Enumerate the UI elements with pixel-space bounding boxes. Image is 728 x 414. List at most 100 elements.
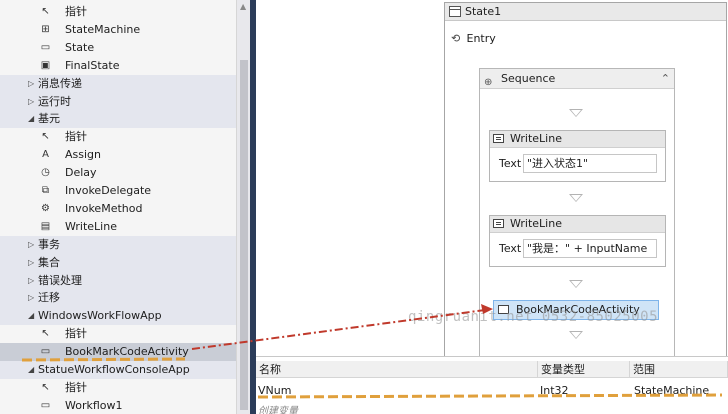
toolbox-category[interactable]: ◢ WindowsWorkFlowApp — [0, 307, 236, 326]
toolbox-label: Delay — [65, 166, 97, 180]
toolbox-item[interactable]: ↖ 指针 — [0, 379, 236, 397]
collapsed-arrow-icon[interactable]: ▷ — [28, 236, 34, 254]
pointer-icon: ↖ — [41, 328, 50, 340]
writeline-activity-1[interactable]: WriteLine Text "进入状态1" — [489, 130, 666, 182]
watermark: qingruanit.net 0532-85025005 — [408, 309, 659, 325]
writeline-header[interactable]: WriteLine — [490, 216, 665, 233]
final-state-icon: ▣ — [40, 59, 51, 71]
column-header-name[interactable]: 名称 — [256, 361, 538, 378]
expanded-arrow-icon[interactable]: ◢ — [28, 307, 34, 325]
drop-target-arrow[interactable] — [569, 109, 583, 117]
toolbox-label: 事务 — [38, 237, 60, 251]
collapsed-arrow-icon[interactable]: ▷ — [28, 272, 34, 290]
activity-icon: ▭ — [40, 399, 51, 411]
toolbox-item[interactable]: ▭ Workflow1 — [0, 397, 236, 414]
text-property-field[interactable]: "进入状态1" — [523, 154, 657, 173]
toolbox-item[interactable]: ▭ BookMarkCodeActivity — [0, 343, 236, 362]
expanded-arrow-icon[interactable]: ◢ — [28, 110, 34, 128]
toolbox-label: 指针 — [65, 5, 87, 18]
state-header[interactable]: State1 — [445, 3, 726, 21]
state-machine-icon: ⊞ — [41, 23, 50, 35]
toolbox-item[interactable]: ⧉ InvokeDelegate — [0, 182, 236, 200]
scrollbar-thumb[interactable] — [240, 60, 248, 410]
drop-target-arrow[interactable] — [569, 280, 583, 288]
pointer-icon: ↖ — [41, 381, 50, 393]
collapsed-arrow-icon[interactable]: ▷ — [28, 289, 34, 307]
toolbox-label: State — [65, 40, 95, 54]
toolbox-label: Assign — [65, 148, 101, 162]
writeline-header[interactable]: WriteLine — [490, 131, 665, 148]
writeline-activity-2[interactable]: WriteLine Text "我是：" + InputName — [489, 215, 666, 267]
toolbox-category[interactable]: ▷ 消息传递 — [0, 74, 236, 93]
toolbox-label: InvokeMethod — [65, 201, 143, 215]
collapsed-arrow-icon[interactable]: ▷ — [28, 254, 34, 272]
toolbox-item[interactable]: ▭ State — [0, 39, 236, 57]
toolbox-item[interactable]: A Assign — [0, 146, 236, 164]
toolbox-label: WindowsWorkFlowApp — [38, 309, 162, 323]
column-header-type[interactable]: 变量类型 — [538, 361, 630, 378]
toolbox-label: 消息传递 — [38, 76, 82, 90]
toolbox-label: BookMarkCodeActivity — [65, 345, 189, 359]
expanded-arrow-icon[interactable]: ◢ — [28, 361, 34, 379]
invoke-delegate-icon: ⧉ — [41, 185, 50, 196]
pointer-icon: ↖ — [41, 131, 50, 143]
toolbox-scrollbar[interactable]: ▲ — [236, 0, 250, 414]
collapsed-arrow-icon[interactable]: ▷ — [28, 75, 34, 93]
toolbox-item[interactable]: ↖ 指针 — [0, 128, 236, 146]
toolbox-label: StateMachine — [65, 22, 141, 36]
toolbox-category[interactable]: ▷ 事务 — [0, 235, 236, 254]
assign-icon: A — [42, 149, 49, 161]
variable-scope-cell[interactable]: StateMachine — [632, 382, 709, 399]
toolbox-category[interactable]: ◢ 基元 — [0, 110, 236, 129]
toolbox-label: FinalState — [65, 58, 120, 72]
toolbox-label: 错误处理 — [38, 273, 82, 287]
toolbox-label: 指针 — [65, 380, 87, 394]
toolbox-category[interactable]: ▷ 错误处理 — [0, 271, 236, 290]
toolbox-label: 迁移 — [38, 291, 60, 305]
toolbox-label: WriteLine — [65, 219, 117, 233]
toolbox-category[interactable]: ▷ 迁移 — [0, 289, 236, 308]
toolbox-item[interactable]: ▣ FinalState — [0, 57, 236, 75]
text-property-label: Text — [499, 242, 522, 255]
state-icon: ▭ — [40, 41, 51, 53]
variable-name-cell[interactable]: VNum — [256, 382, 291, 399]
column-header-scope[interactable]: 范围 — [630, 361, 728, 378]
writeline-icon — [493, 219, 504, 228]
activity-icon: ▭ — [40, 346, 51, 358]
create-variable-link[interactable]: 创建变量 — [258, 402, 298, 414]
toolbox-label: StatueWorkflowConsoleApp — [38, 363, 190, 376]
writeline-title: WriteLine — [510, 217, 562, 230]
scroll-up-icon[interactable]: ▲ — [240, 2, 246, 11]
toolbox-item[interactable]: ↖ 指针 — [0, 3, 236, 21]
collapsed-arrow-icon[interactable]: ▷ — [28, 93, 34, 111]
sequence-header[interactable]: ⊕ Sequence ⌃ — [480, 69, 674, 89]
invoke-method-icon: ⚙ — [41, 202, 50, 214]
drop-target-arrow[interactable] — [569, 194, 583, 202]
sequence-title: Sequence — [501, 72, 556, 85]
toolbox-label: InvokeDelegate — [65, 184, 152, 197]
writeline-icon: ▤ — [40, 220, 51, 232]
entry-section[interactable]: ⟲ Entry — [451, 32, 496, 46]
toolbox-label: 集合 — [38, 255, 60, 269]
toolbox-label: 指针 — [65, 130, 87, 144]
sequence-icon: ⊕ — [484, 77, 493, 88]
toolbox-category[interactable]: ◢ StatueWorkflowConsoleApp — [0, 361, 236, 379]
toolbox-item[interactable]: ↖ 指针 — [0, 325, 236, 343]
variables-grid: 名称 变量类型 范围 VNum Int32 StateMachine 创建变量 — [256, 356, 728, 414]
text-property-field[interactable]: "我是：" + InputName — [523, 239, 657, 258]
toolbox-category[interactable]: ▷ 运行时 — [0, 92, 236, 111]
collapse-icon[interactable]: ⌃ — [661, 69, 670, 88]
toolbox-item[interactable]: ⊞ StateMachine — [0, 21, 236, 39]
toolbox-item[interactable]: ▤ WriteLine — [0, 218, 236, 236]
toolbox-label: 运行时 — [38, 94, 71, 108]
text-property-label: Text — [499, 157, 522, 170]
toolbox-item[interactable]: ⚙ InvokeMethod — [0, 200, 236, 218]
entry-icon: ⟲ — [451, 32, 461, 45]
toolbox-item[interactable]: ◷ Delay — [0, 164, 236, 182]
clock-icon: ◷ — [41, 167, 50, 179]
toolbox-category[interactable]: ▷ 集合 — [0, 253, 236, 272]
state-title: State1 — [465, 5, 502, 18]
variable-type-cell[interactable]: Int32 — [538, 382, 569, 399]
drop-target-arrow[interactable] — [569, 331, 583, 339]
state-icon — [449, 6, 461, 17]
